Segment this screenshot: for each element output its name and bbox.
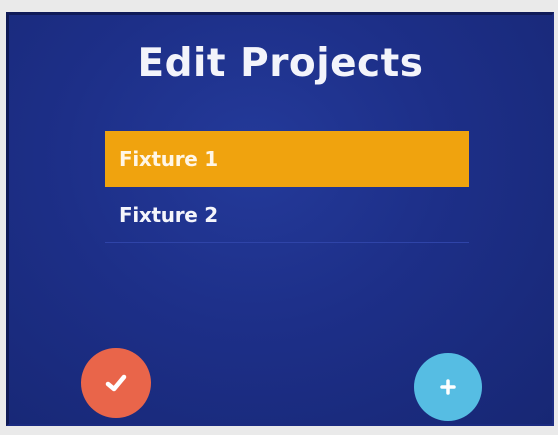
device-screen: Edit Projects Fixture 1 Fixture 2 [6, 12, 554, 426]
project-item-fixture-2[interactable]: Fixture 2 [105, 187, 469, 243]
add-project-button[interactable] [414, 353, 482, 421]
project-item-label: Fixture 1 [119, 147, 218, 171]
project-list: Fixture 1 Fixture 2 [105, 131, 469, 243]
plus-icon [440, 379, 456, 395]
checkmark-icon [105, 374, 127, 392]
project-item-label: Fixture 2 [119, 202, 218, 227]
confirm-button[interactable] [81, 348, 151, 418]
device-bezel: Edit Projects Fixture 1 Fixture 2 [0, 0, 558, 435]
page-title: Edit Projects [137, 41, 424, 86]
project-item-fixture-1[interactable]: Fixture 1 [105, 131, 469, 187]
